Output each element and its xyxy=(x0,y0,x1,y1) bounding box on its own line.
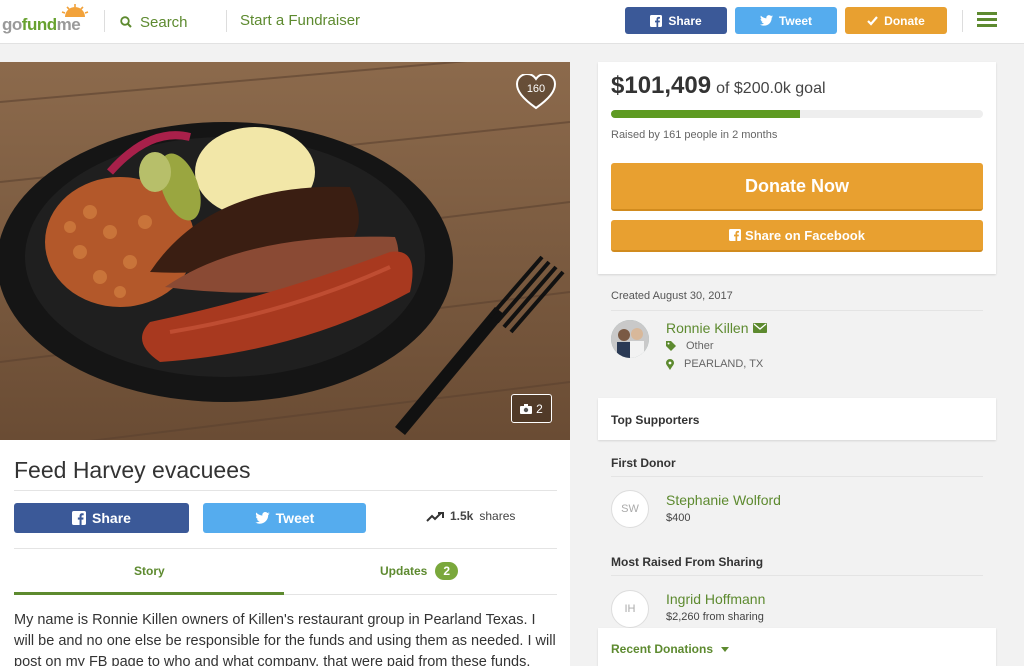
organizer-name: Ronnie Killen xyxy=(666,320,749,336)
nav-divider xyxy=(226,10,227,32)
first-donor-amount: $400 xyxy=(666,512,691,524)
most-raised-title: Most Raised From Sharing xyxy=(611,555,764,569)
nav-share-label: Share xyxy=(668,13,702,28)
top-supporters-title: Top Supporters xyxy=(611,413,700,427)
nav-divider xyxy=(104,10,105,32)
progress-bar-fill xyxy=(611,110,800,118)
search-link[interactable]: Search xyxy=(120,12,188,32)
divider xyxy=(611,476,983,477)
menu-hamburger-icon[interactable] xyxy=(977,12,997,28)
organizer-photo xyxy=(611,320,649,358)
sun-logo-icon xyxy=(61,4,89,17)
nav-share-button[interactable]: Share xyxy=(625,7,727,34)
category-row: Other xyxy=(666,340,714,352)
nav-donate-label: Donate xyxy=(884,13,925,28)
divider xyxy=(14,490,557,491)
most-raised-avatar: IH xyxy=(611,590,649,628)
search-label: Search xyxy=(140,13,188,31)
divider xyxy=(14,548,557,549)
recent-donations-dropdown[interactable]: Recent Donations xyxy=(611,642,730,656)
campaign-hero-image[interactable] xyxy=(0,62,570,440)
share-on-facebook-label: Share on Facebook xyxy=(745,227,865,243)
envelope-icon[interactable] xyxy=(752,323,767,333)
most-raised-amount: $2,260 from sharing xyxy=(666,611,764,623)
map-pin-icon xyxy=(666,358,674,370)
raised-by-text: Raised by 161 people in 2 months xyxy=(611,129,778,141)
goal-amount: of $200.0k goal xyxy=(716,80,826,97)
created-date: Created August 30, 2017 xyxy=(611,290,733,302)
tag-icon xyxy=(666,341,676,351)
shares-label: shares xyxy=(479,509,516,523)
divider xyxy=(611,310,983,311)
shares-count: 1.5k shares xyxy=(426,509,515,523)
bbq-plate-photo xyxy=(0,62,570,440)
start-fundraiser-link[interactable]: Start a Fundraiser xyxy=(240,12,360,29)
story-text: My name is Ronnie Killen owners of Kille… xyxy=(14,612,556,666)
category-label: Other xyxy=(686,340,714,352)
share-on-facebook-button[interactable]: Share on Facebook xyxy=(611,220,983,252)
tweet-button[interactable]: Tweet xyxy=(203,503,366,533)
nav-divider xyxy=(962,10,963,32)
trending-up-icon xyxy=(426,511,444,522)
logo-fund-text: fund xyxy=(21,15,57,34)
divider xyxy=(284,594,557,595)
twitter-icon xyxy=(759,15,773,26)
facebook-icon xyxy=(729,229,742,241)
tab-story[interactable]: Story xyxy=(134,564,165,578)
logo-go-text: go xyxy=(2,15,22,34)
camera-icon xyxy=(520,403,533,414)
most-raised-name[interactable]: Ingrid Hoffmann xyxy=(666,591,765,607)
campaign-title: Feed Harvey evacuees xyxy=(14,457,251,483)
heart-count: 160 xyxy=(527,83,545,95)
location-row: PEARLAND, TX xyxy=(666,358,763,370)
search-icon xyxy=(120,16,132,28)
divider xyxy=(611,575,983,576)
nav-tweet-label: Tweet xyxy=(778,13,813,28)
twitter-icon xyxy=(254,512,270,524)
tab-updates[interactable]: Updates 2 xyxy=(380,562,459,580)
share-button-label: Share xyxy=(92,510,131,526)
chevron-down-icon xyxy=(721,646,730,652)
updates-count-badge: 2 xyxy=(435,562,459,580)
heart-icon[interactable]: 160 xyxy=(516,74,556,110)
checkmark-icon xyxy=(867,15,878,26)
organizer-name-link[interactable]: Ronnie Killen xyxy=(666,320,767,336)
organizer-avatar[interactable] xyxy=(611,320,649,358)
tweet-button-label: Tweet xyxy=(275,510,315,526)
nav-tweet-button[interactable]: Tweet xyxy=(735,7,837,34)
shares-number: 1.5k xyxy=(450,509,474,523)
first-donor-avatar: SW xyxy=(611,490,649,528)
recent-donations-label: Recent Donations xyxy=(611,642,714,656)
active-tab-indicator xyxy=(14,592,284,595)
progress-bar xyxy=(611,110,983,118)
top-nav-bar: gofundme Search Start a Fundraiser Share… xyxy=(0,0,1024,44)
tab-updates-label: Updates xyxy=(380,564,428,578)
campaign-main-panel: 160 2 xyxy=(0,62,570,666)
donate-now-button[interactable]: Donate Now xyxy=(611,163,983,211)
facebook-icon xyxy=(72,511,87,525)
photo-gallery-button[interactable]: 2 xyxy=(511,394,552,423)
first-donor-name[interactable]: Stephanie Wolford xyxy=(666,492,781,508)
gofundme-logo[interactable]: gofundme xyxy=(0,4,100,36)
nav-donate-button[interactable]: Donate xyxy=(845,7,947,34)
amount-raised: $101,409 of $200.0k goal xyxy=(611,72,826,100)
location-label: PEARLAND, TX xyxy=(684,358,764,370)
photo-count-label: 2 xyxy=(536,401,543,416)
first-donor-title: First Donor xyxy=(611,456,676,470)
share-button[interactable]: Share xyxy=(14,503,189,533)
raised-amount: $101,409 xyxy=(611,72,712,99)
facebook-icon xyxy=(650,14,663,27)
